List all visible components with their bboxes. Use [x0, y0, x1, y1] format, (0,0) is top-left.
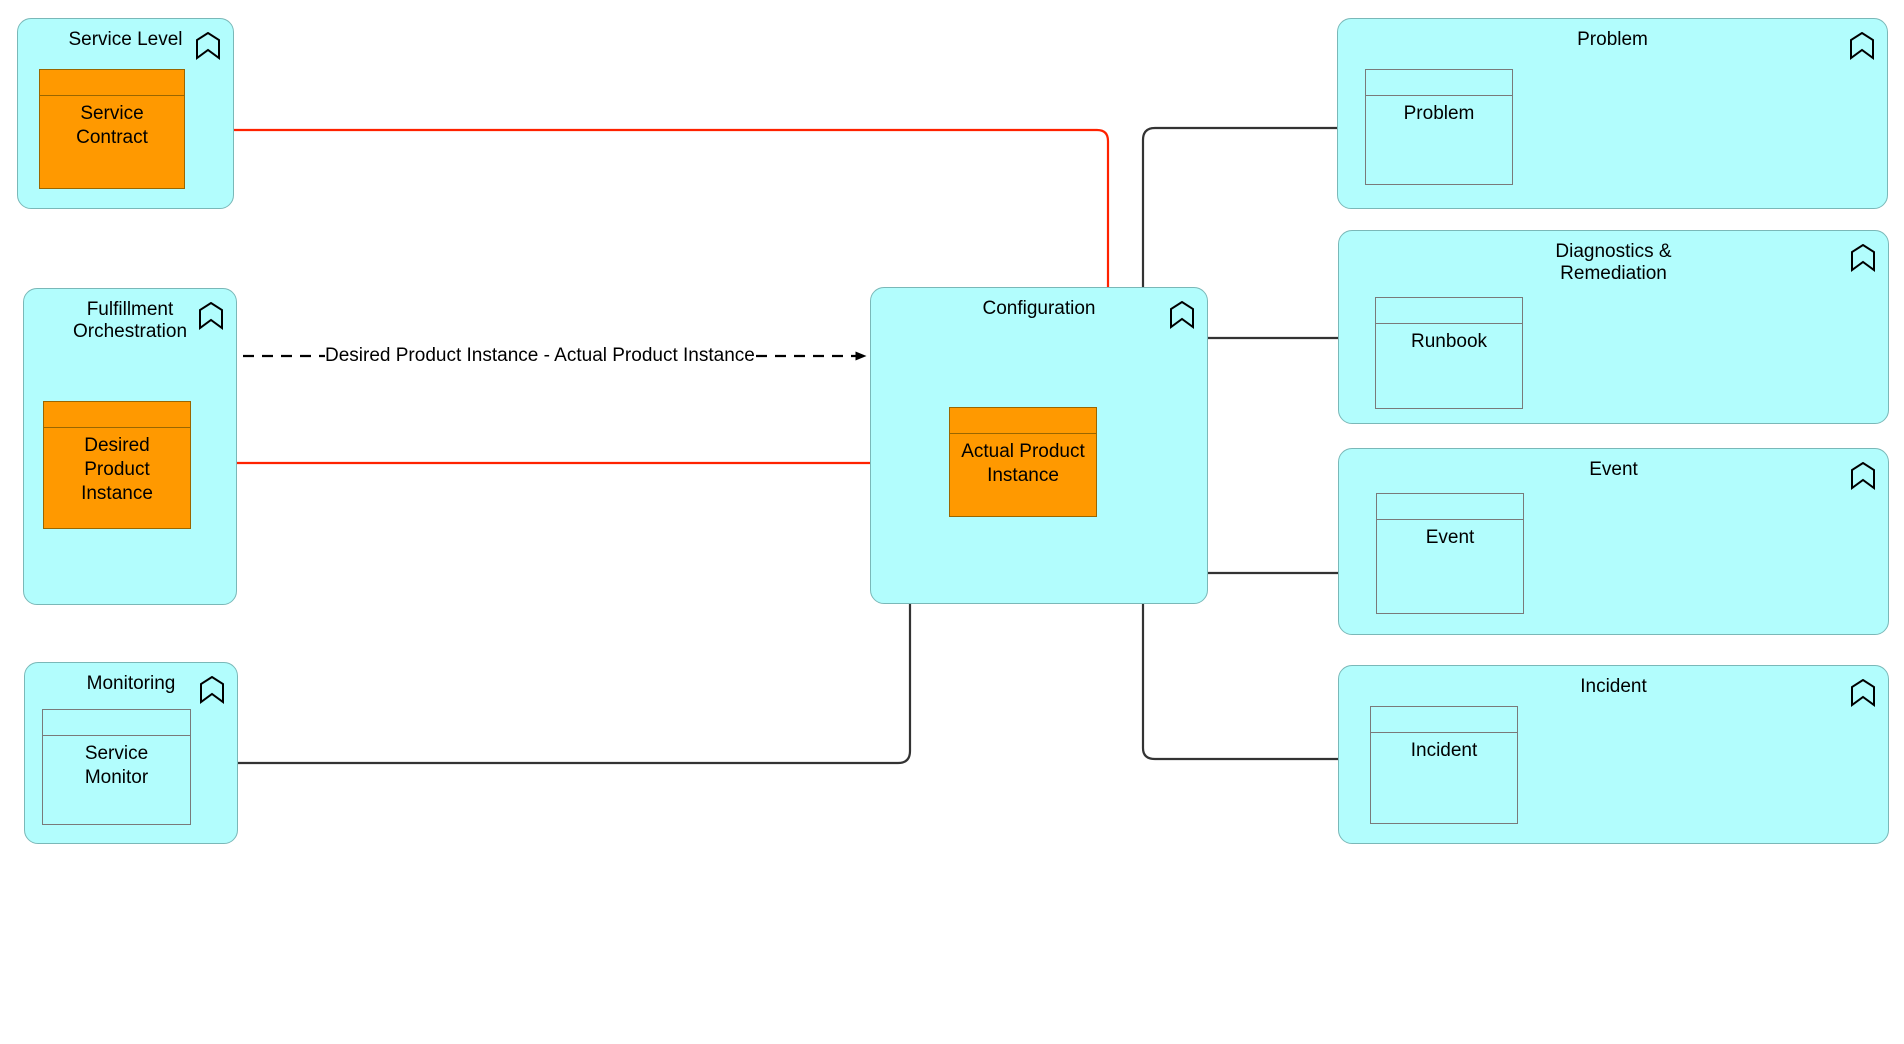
group-title-configuration: Configuration [982, 298, 1096, 319]
capability-chevron-icon [1851, 462, 1875, 490]
group-diagnostics-remediation[interactable]: Diagnostics & Remediation Runbook [1338, 230, 1889, 424]
capability-chevron-icon [1170, 301, 1194, 329]
element-header-bar [40, 70, 184, 96]
element-incident[interactable]: Incident [1370, 706, 1518, 824]
element-label-service-monitor: Service Monitor [84, 743, 149, 788]
group-problem[interactable]: Problem Problem [1337, 18, 1888, 209]
element-header-bar [1371, 707, 1517, 733]
group-service-level[interactable]: Service Level Service Contract [17, 18, 234, 209]
group-event[interactable]: Event Event [1338, 448, 1889, 635]
flow-label-desired-actual: Desired Product Instance - Actual Produc… [325, 345, 755, 366]
group-monitoring[interactable]: Monitoring Service Monitor [24, 662, 238, 844]
group-incident[interactable]: Incident Incident [1338, 665, 1889, 844]
capability-chevron-icon [1851, 244, 1875, 272]
element-actual-product-instance[interactable]: Actual Product Instance [949, 407, 1097, 517]
element-header-bar [1377, 494, 1523, 520]
element-label-desired-product-instance: Desired Product Instance [81, 435, 153, 504]
element-label-service-contract: Service Contract [76, 103, 148, 148]
element-label-runbook: Runbook [1410, 331, 1488, 352]
element-service-contract[interactable]: Service Contract [39, 69, 185, 189]
element-label-incident: Incident [1410, 740, 1478, 761]
group-title-problem: Problem [1577, 29, 1648, 50]
group-fulfillment-orchestration[interactable]: Fulfillment Orchestration Desired Produc… [23, 288, 237, 605]
element-label-problem: Problem [1403, 103, 1475, 124]
element-header-bar [1366, 70, 1512, 96]
element-header-bar [950, 408, 1096, 434]
element-label-event: Event [1425, 527, 1475, 548]
element-header-bar [44, 402, 190, 428]
capability-chevron-icon [1851, 679, 1875, 707]
group-configuration[interactable]: Configuration Actual Product Instance [870, 287, 1208, 604]
capability-chevron-icon [200, 676, 224, 704]
capability-chevron-icon [1850, 32, 1874, 60]
element-runbook[interactable]: Runbook [1375, 297, 1523, 409]
capability-chevron-icon [196, 32, 220, 60]
element-problem[interactable]: Problem [1365, 69, 1513, 185]
element-header-bar [43, 710, 190, 736]
group-title-incident: Incident [1580, 676, 1647, 697]
group-title-event: Event [1589, 459, 1638, 480]
group-title-diagnostics-remediation: Diagnostics & Remediation [1555, 241, 1672, 284]
element-desired-product-instance[interactable]: Desired Product Instance [43, 401, 191, 529]
capability-chevron-icon [199, 302, 223, 330]
element-label-actual-product-instance: Actual Product Instance [961, 441, 1085, 486]
relation-service-monitor-to-actual [190, 509, 948, 765]
element-event[interactable]: Event [1376, 493, 1524, 614]
element-header-bar [1376, 298, 1522, 324]
element-service-monitor[interactable]: Service Monitor [42, 709, 191, 825]
